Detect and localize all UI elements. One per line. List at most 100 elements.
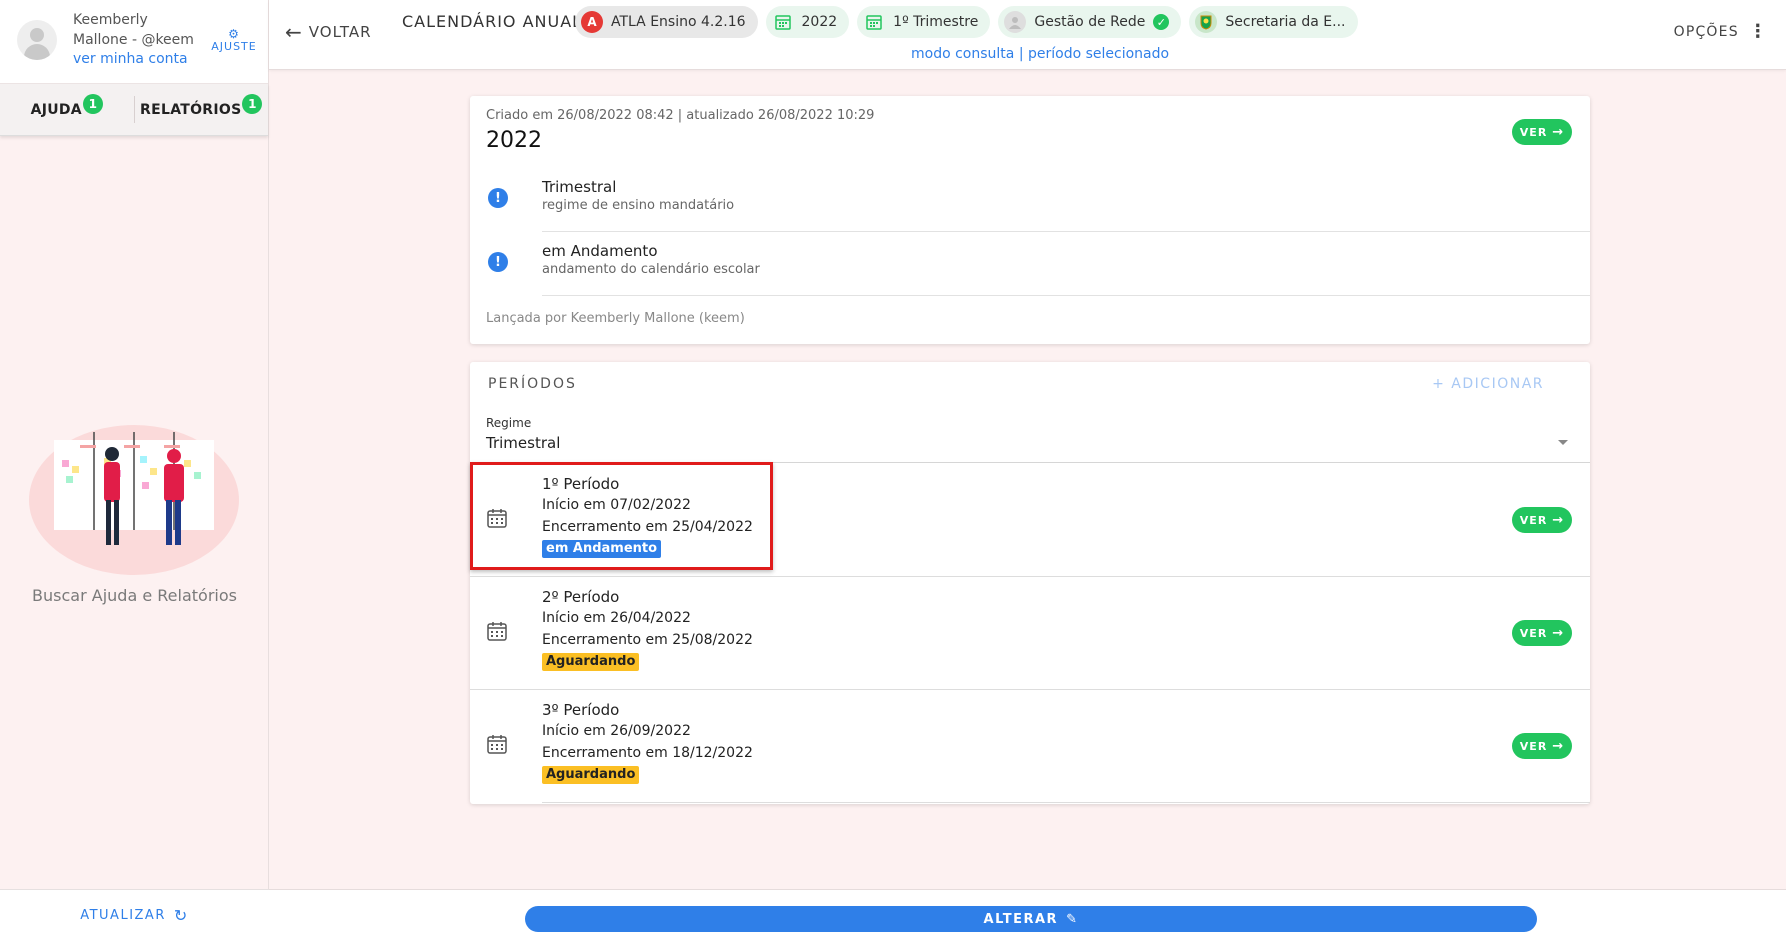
chip-role[interactable]: Gestão de Rede ✓	[998, 6, 1182, 38]
period-name: 1º Período	[542, 475, 620, 493]
alterar-button[interactable]: ALTERAR ✎	[525, 906, 1537, 932]
view-label: VER	[1519, 739, 1548, 753]
tab-relatorios-label: RELATÓRIOS	[140, 101, 242, 118]
gear-icon: ⚙	[228, 27, 240, 41]
refresh-label: ATUALIZAR	[80, 908, 166, 923]
chip-label: Secretaria da E...	[1225, 14, 1346, 30]
view-label: VER	[1519, 125, 1548, 139]
tab-relatorios[interactable]: RELATÓRIOS 1	[133, 93, 269, 123]
tab-ajuda[interactable]: AJUDA 1	[0, 84, 134, 135]
calendar-view-button[interactable]: VER →	[1512, 119, 1572, 145]
periods-card: PERÍODOS + ADICIONAR Regime Trimestral 1…	[470, 362, 1590, 804]
calendar-year: 2022	[486, 128, 542, 153]
period-start: Início em 26/09/2022	[542, 723, 691, 739]
period-end: Encerramento em 25/04/2022	[542, 519, 753, 535]
period-row[interactable]: 3º Período Início em 26/09/2022 Encerram…	[470, 689, 1590, 802]
seal-icon	[1195, 11, 1218, 33]
calendar-icon	[772, 11, 794, 33]
status-badge: em Andamento	[542, 540, 662, 558]
period-view-button[interactable]: VER →	[1512, 733, 1572, 759]
period-name: 2º Período	[542, 588, 620, 606]
refresh-button[interactable]: ATUALIZAR ↻	[0, 889, 269, 941]
person-icon	[1004, 11, 1027, 33]
options-menu[interactable]: OPÇÕES ⋮	[1673, 21, 1768, 42]
chip-label: 2022	[801, 14, 838, 30]
period-row[interactable]: 2º Período Início em 26/04/2022 Encerram…	[470, 576, 1590, 689]
period-row[interactable]: 1º Período Início em 07/02/2022 Encerram…	[470, 463, 1590, 576]
chip-label: ATLA Ensino 4.2.16	[611, 14, 746, 30]
arrow-right-icon: →	[1552, 738, 1565, 754]
info-regime: ! Trimestral regime de ensino mandatário	[470, 168, 1590, 232]
refresh-icon: ↻	[173, 906, 189, 925]
regime-select[interactable]: Trimestral	[486, 434, 560, 452]
sidebar: Keemberly Mallone - @keem ver minha cont…	[0, 0, 269, 941]
tab-ajuda-label: AJUDA	[30, 101, 82, 118]
status-badge: Aguardando	[542, 653, 640, 671]
ajuste-label: AJUSTE	[211, 40, 257, 53]
chip-label: Gestão de Rede	[1034, 14, 1146, 30]
info-icon: !	[488, 252, 508, 272]
calendar-icon	[863, 11, 885, 33]
info-subtitle: regime de ensino mandatário	[542, 198, 735, 213]
chevron-down-icon[interactable]	[1558, 440, 1568, 445]
periods-title: PERÍODOS	[488, 376, 577, 392]
atla-logo-icon: A	[581, 11, 603, 33]
avatar[interactable]	[17, 20, 57, 60]
context-chips: A ATLA Ensino 4.2.16 2022 1º Trimestre G…	[575, 6, 1358, 38]
period-name: 3º Período	[542, 701, 620, 719]
tab-ajuda-badge: 1	[82, 93, 103, 114]
info-subtitle: andamento do calendário escolar	[542, 262, 760, 277]
arrow-right-icon: →	[1552, 124, 1565, 140]
calendar-icon	[487, 735, 507, 754]
back-label: VOLTAR	[308, 23, 372, 41]
more-vertical-icon: ⋮	[1748, 21, 1768, 42]
tab-relatorios-badge: 1	[242, 93, 263, 114]
arrow-left-icon: ←	[285, 20, 303, 44]
bottom-bar: ALTERAR ✎	[269, 889, 1786, 941]
top-bar: ← VOLTAR CALENDÁRIO ANUAL A ATLA Ensino …	[269, 0, 1786, 70]
user-box: Keemberly Mallone - @keem ver minha cont…	[0, 0, 268, 84]
info-icon: !	[488, 188, 508, 208]
check-icon: ✓	[1153, 14, 1170, 30]
view-label: VER	[1519, 626, 1548, 640]
add-period-button[interactable]: + ADICIONAR	[1432, 376, 1544, 392]
period-start: Início em 07/02/2022	[542, 497, 691, 513]
page-title: CALENDÁRIO ANUAL	[402, 12, 583, 31]
period-view-button[interactable]: VER →	[1512, 620, 1572, 646]
help-tabs: AJUDA 1 RELATÓRIOS 1	[0, 84, 268, 136]
chip-year[interactable]: 2022	[765, 6, 850, 38]
calendar-icon	[487, 622, 507, 641]
back-button[interactable]: ← VOLTAR	[285, 22, 372, 42]
info-title: em Andamento	[542, 242, 658, 260]
info-status: ! em Andamento andamento do calendário e…	[470, 232, 1590, 296]
calendar-card: Criado em 26/08/2022 08:42 | atualizado …	[470, 96, 1590, 344]
chip-institution[interactable]: Secretaria da E...	[1189, 6, 1358, 38]
arrow-right-icon: →	[1552, 512, 1565, 528]
account-link[interactable]: ver minha conta	[73, 51, 188, 67]
chip-app-version[interactable]: A ATLA Ensino 4.2.16	[575, 6, 758, 38]
divider	[542, 802, 1590, 803]
info-title: Trimestral	[542, 178, 617, 196]
period-end: Encerramento em 18/12/2022	[542, 745, 753, 761]
divider	[542, 295, 1590, 296]
arrow-right-icon: →	[1552, 625, 1565, 641]
period-view-button[interactable]: VER →	[1512, 507, 1572, 533]
help-illustration	[29, 425, 239, 575]
calendar-meta: Criado em 26/08/2022 08:42 | atualizado …	[486, 108, 875, 123]
period-end: Encerramento em 25/08/2022	[542, 632, 753, 648]
user-name: Keemberly Mallone - @keem	[73, 12, 194, 48]
view-label: VER	[1519, 513, 1548, 527]
calendar-icon	[487, 509, 507, 528]
regime-label: Regime	[486, 416, 532, 430]
ajuste-button[interactable]: ⚙ AJUSTE	[208, 28, 260, 53]
alterar-label: ALTERAR	[983, 911, 1059, 927]
period-start: Início em 26/04/2022	[542, 610, 691, 626]
launched-by: Lançada por Keemberly Mallone (keem)	[486, 311, 745, 326]
status-badge: Aguardando	[542, 766, 640, 784]
help-caption: Buscar Ajuda e Relatórios	[32, 586, 237, 605]
mode-indicator[interactable]: modo consulta | período selecionado	[911, 46, 1169, 62]
edit-icon: ✎	[1066, 911, 1079, 927]
chip-period[interactable]: 1º Trimestre	[857, 6, 991, 38]
options-label: OPÇÕES	[1673, 24, 1739, 40]
chip-label: 1º Trimestre	[893, 14, 979, 30]
